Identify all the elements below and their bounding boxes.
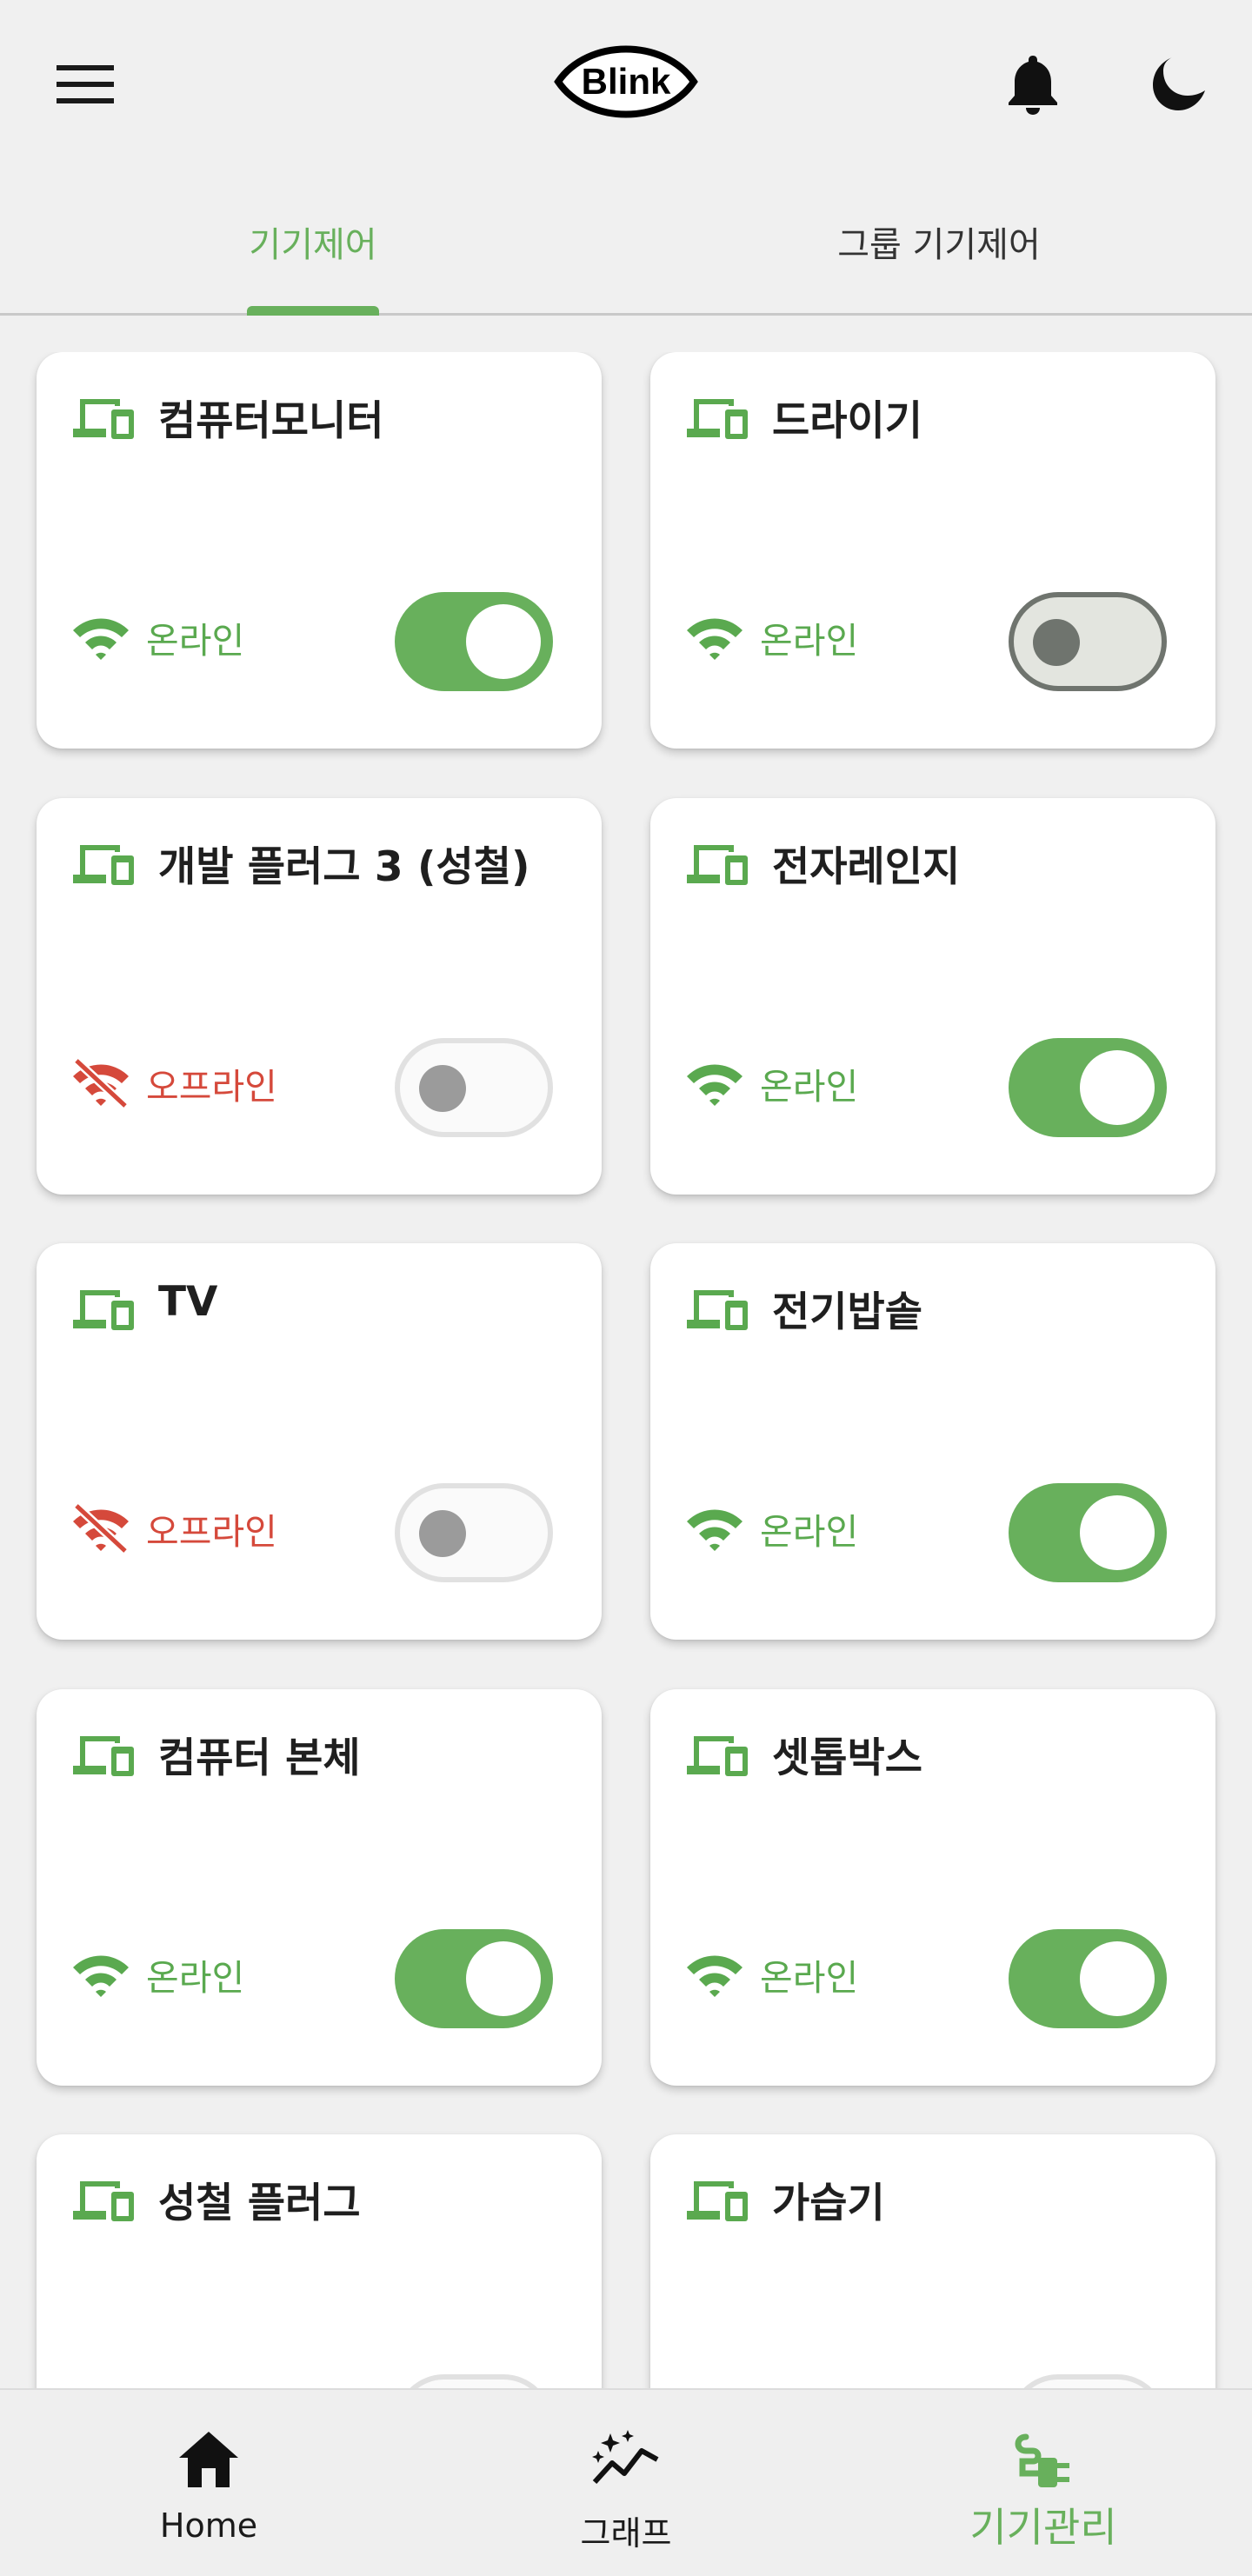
wifi-icon [687,1064,743,1106]
wifi-off-icon [73,1059,129,1108]
tab-group-device-control[interactable]: 그룹 기기제어 [782,216,1096,268]
devices-icon [687,2181,748,2221]
bell-icon [1009,56,1057,115]
power-switch[interactable] [395,1038,553,1137]
devices-icon [73,845,134,885]
nav-graph-label: 그래프 [580,2514,672,2553]
switch-knob [466,1941,541,2016]
device-name: 성철 플러그 [158,2180,361,2227]
app-logo: Blink [553,35,699,129]
switch-knob [1033,619,1080,666]
power-switch[interactable] [395,2374,553,2388]
power-switch[interactable] [1009,1483,1167,1582]
nav-home[interactable]: Home [0,2390,417,2576]
device-card[interactable]: TV 오프라인 [37,1243,602,1640]
switch-knob [1080,1495,1155,1570]
status-text: 오프라인 [146,1511,277,1553]
dark-mode-button[interactable] [1144,49,1214,118]
power-switch[interactable] [1009,2374,1167,2388]
wifi-off-icon [73,1504,129,1553]
power-switch[interactable] [395,1929,553,2028]
devices-icon [73,1290,134,1330]
power-switch[interactable] [395,592,553,691]
device-card[interactable]: 개발 플러그 3 (성철) 오프라인 [37,798,602,1195]
status-text: 오프라인 [146,1066,277,1108]
power-switch[interactable] [1009,1038,1167,1137]
nav-graph[interactable]: 그래프 [417,2390,835,2576]
wifi-icon [687,1509,743,1551]
switch-knob [466,604,541,679]
nav-home-label: Home [159,2506,258,2545]
nav-device-management-label: 기기관리 [969,2504,1117,2551]
power-switch[interactable] [395,1483,553,1582]
status-text: 온라인 [146,1957,245,1999]
device-name: 개발 플러그 3 (성철) [158,843,530,891]
device-name: TV [158,1278,218,1326]
device-name: 컴퓨터모니터 [158,397,384,445]
device-name: 전자레인지 [772,843,961,891]
wifi-icon [687,618,743,660]
devices-icon [73,399,134,439]
moon-icon [1153,57,1205,110]
menu-button[interactable] [50,57,120,111]
status-text: 온라인 [760,620,859,662]
device-name: 전기밥솥 [772,1288,922,1336]
notifications-button[interactable] [1000,49,1066,118]
device-card[interactable]: 셋톱박스 온라인 [650,1689,1215,2086]
wifi-icon [73,618,129,660]
devices-icon [73,2181,134,2221]
logo-text: Blink [582,61,671,102]
device-name: 셋톱박스 [772,1734,922,1782]
switch-knob [1080,1941,1155,2016]
device-name: 드라이기 [772,397,922,445]
bottom-navigation: Home 그래프 기기관리 [0,2388,1252,2576]
device-card[interactable]: 성철 플러그 [37,2134,602,2388]
wifi-icon [73,1955,129,1997]
devices-icon [687,399,748,439]
device-grid: 컴퓨터모니터 온라인 드라이기 온라인 개발 플러그 3 (성철) 오프라인 전… [0,352,1252,2388]
device-card[interactable]: 드라이기 온라인 [650,352,1215,749]
devices-icon [687,845,748,885]
device-card[interactable]: 가습기 [650,2134,1215,2388]
device-card[interactable]: 전자레인지 온라인 [650,798,1215,1195]
status-text: 온라인 [760,1957,859,1999]
nav-device-management[interactable]: 기기관리 [835,2390,1252,2576]
tab-device-control[interactable]: 기기제어 [209,216,417,268]
device-name: 컴퓨터 본체 [158,1734,361,1782]
active-tab-indicator [247,306,379,316]
status-text: 온라인 [146,620,245,662]
tab-bar: 기기제어 그룹 기기제어 [0,174,1252,316]
menu-icon [57,65,114,103]
power-switch[interactable] [1009,1929,1167,2028]
device-name: 가습기 [772,2180,885,2227]
plug-icon [1015,2433,1069,2487]
device-card[interactable]: 컴퓨터 본체 온라인 [37,1689,602,2086]
devices-icon [73,1736,134,1776]
home-icon [179,2432,238,2487]
switch-knob [1080,1050,1155,1125]
graph-icon [592,2430,659,2485]
devices-icon [687,1290,748,1330]
wifi-icon [687,1955,743,1997]
device-card[interactable]: 컴퓨터모니터 온라인 [37,352,602,749]
device-card[interactable]: 전기밥솥 온라인 [650,1243,1215,1640]
switch-knob [419,1065,466,1112]
status-text: 온라인 [760,1511,859,1553]
status-text: 온라인 [760,1066,859,1108]
switch-knob [419,1510,466,1557]
devices-icon [687,1736,748,1776]
app-bar: Blink [0,0,1252,170]
power-switch[interactable] [1009,592,1167,691]
